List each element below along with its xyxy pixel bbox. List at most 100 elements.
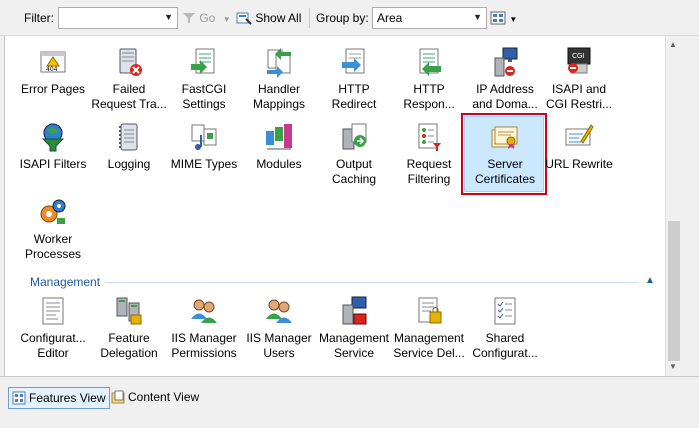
feature-label: Shared Configurat... <box>472 331 538 360</box>
group-header-management[interactable]: Management <box>30 275 100 289</box>
feature-label: ISAPI Filters <box>19 157 87 171</box>
collapse-group-icon[interactable]: ▲ <box>645 275 655 286</box>
feature-mime-types[interactable]: MIME Types <box>165 121 243 172</box>
go-label: Go <box>199 11 216 25</box>
management-service-delegation-icon <box>418 297 442 324</box>
feature-label: Management Service Del... <box>393 331 465 360</box>
svg-text:404: 404 <box>46 66 58 73</box>
features-view-label: Features View <box>29 391 106 405</box>
feature-management-service-delegation[interactable]: Management Service Del... <box>390 295 468 361</box>
mime-types-icon <box>191 124 217 150</box>
show-all-icon <box>236 12 252 25</box>
filter-label: Filter: <box>24 11 54 25</box>
feature-label: Server Certificates <box>474 157 536 186</box>
go-button[interactable]: Go ▼ <box>182 0 231 36</box>
view-switcher-bar: Features View Content View <box>0 376 699 428</box>
feature-isapi-filters[interactable]: ISAPI Filters <box>14 121 92 172</box>
logging-icon <box>119 123 138 151</box>
feature-label: Handler Mappings <box>252 82 306 111</box>
feature-label: Management Service <box>318 331 390 360</box>
isapi-cgi-icon: CGI <box>567 47 591 74</box>
view-mode-button[interactable]: ▼ <box>490 0 517 36</box>
feature-ip-address-domain[interactable]: IP Address and Doma... <box>466 46 544 112</box>
feature-handler-mappings[interactable]: Handler Mappings <box>240 46 318 112</box>
features-view-tab[interactable]: Features View <box>8 387 111 409</box>
feature-output-caching[interactable]: Output Caching <box>315 121 393 187</box>
features-view-icon <box>12 391 26 405</box>
group-by-value: Area <box>377 11 403 25</box>
iis-manager-permissions-icon <box>191 299 217 323</box>
feature-label: ISAPI and CGI Restri... <box>545 82 612 111</box>
feature-url-rewrite[interactable]: URL Rewrite <box>540 121 618 172</box>
feature-failed-request-tracing[interactable]: Failed Request Tra... <box>90 46 168 112</box>
group-by-dropdown-icon[interactable]: ▼ <box>473 12 482 22</box>
server-certificates-icon <box>491 126 518 149</box>
group-by-label: Group by: <box>316 11 369 25</box>
svg-text:CGI: CGI <box>572 52 584 60</box>
feature-label: Worker Processes <box>24 232 82 261</box>
modules-icon <box>266 124 292 150</box>
scroll-down-icon[interactable]: ▼ <box>669 362 677 371</box>
feature-label: Failed Request Tra... <box>91 82 167 111</box>
content-view-tab[interactable]: Content View <box>108 387 203 409</box>
scroll-up-icon[interactable]: ▲ <box>669 40 677 49</box>
feature-label: MIME Types <box>170 157 238 171</box>
feature-worker-processes[interactable]: Worker Processes <box>14 196 92 262</box>
feature-iis-manager-permissions[interactable]: IIS Manager Permissions <box>165 295 243 361</box>
vertical-scrollbar[interactable]: ▲ ▼ <box>665 36 682 376</box>
feature-label: FastCGI Settings <box>181 82 227 111</box>
toolbar-separator <box>309 8 310 28</box>
request-filtering-icon <box>418 123 441 151</box>
error-pages-icon: 404 <box>40 51 66 73</box>
feature-label: IIS Manager Users <box>246 331 312 360</box>
iis-manager-users-icon <box>266 299 292 323</box>
feature-label: Error Pages <box>20 82 86 96</box>
feature-feature-delegation[interactable]: Feature Delegation <box>90 295 168 361</box>
feature-label: Logging <box>107 157 151 171</box>
feature-http-response-headers[interactable]: HTTP Respon... <box>390 46 468 112</box>
view-grid-icon <box>490 11 506 25</box>
feature-iis-manager-users[interactable]: IIS Manager Users <box>240 295 318 361</box>
feature-label: IIS Manager Permissions <box>171 331 237 360</box>
fastcgi-settings-icon <box>191 48 215 74</box>
feature-configuration-editor[interactable]: Configurat... Editor <box>14 295 92 361</box>
ip-address-icon <box>494 47 518 77</box>
feature-label: Request Filtering <box>406 157 452 186</box>
feature-management-service[interactable]: Management Service <box>315 295 393 361</box>
filter-input[interactable]: ▼ <box>58 7 178 29</box>
management-service-icon <box>342 296 367 325</box>
feature-http-redirect[interactable]: HTTP Redirect <box>315 46 393 112</box>
http-redirect-icon <box>342 48 365 74</box>
scrollbar-thumb[interactable] <box>668 221 680 361</box>
worker-processes-icon <box>40 199 66 224</box>
feature-label: Feature Delegation <box>100 331 158 360</box>
feature-shared-configuration[interactable]: Shared Configurat... <box>466 295 544 361</box>
toolbar: Filter: ▼ Go ▼ Show All Group by: Area ▼… <box>0 0 699 36</box>
feature-fastcgi-settings[interactable]: FastCGI Settings <box>165 46 243 112</box>
feature-logging[interactable]: Logging <box>90 121 168 172</box>
handler-mappings-icon <box>267 48 291 78</box>
feature-delegation-icon <box>116 297 142 325</box>
feature-label: URL Rewrite <box>545 157 613 171</box>
url-rewrite-icon <box>565 124 594 146</box>
filter-dropdown-icon[interactable]: ▼ <box>164 12 173 22</box>
content-view-label: Content View <box>128 390 200 404</box>
failed-request-tracing-icon <box>119 48 142 76</box>
feature-label: Modules <box>256 157 302 171</box>
feature-error-pages[interactable]: 404 Error Pages <box>14 46 92 97</box>
feature-server-certificates[interactable]: Server Certificates <box>466 121 544 187</box>
shared-configuration-icon <box>494 297 516 325</box>
show-all-label: Show All <box>255 11 302 25</box>
feature-label: Configurat... Editor <box>20 331 86 360</box>
http-response-headers-icon <box>419 48 441 76</box>
feature-modules[interactable]: Modules <box>240 121 318 172</box>
panel-right-edge <box>682 36 699 376</box>
view-dropdown-icon: ▼ <box>509 15 518 24</box>
isapi-filters-icon <box>41 123 65 152</box>
content-view-icon <box>111 390 125 404</box>
feature-isapi-cgi-restrictions[interactable]: CGI ISAPI and CGI Restri... <box>540 46 618 112</box>
go-dropdown-icon[interactable]: ▼ <box>223 15 231 24</box>
feature-request-filtering[interactable]: Request Filtering <box>390 121 468 187</box>
show-all-button[interactable]: Show All <box>236 0 301 36</box>
group-by-select[interactable]: Area ▼ <box>372 7 487 29</box>
